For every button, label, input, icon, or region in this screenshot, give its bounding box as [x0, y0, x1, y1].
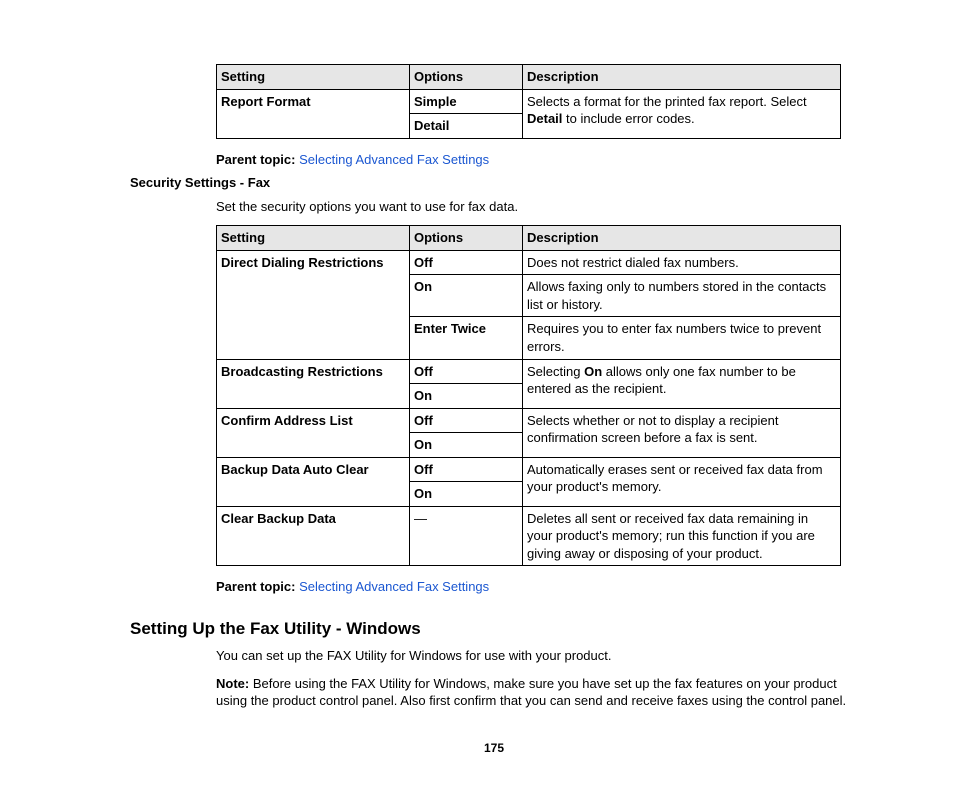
parent-topic: Parent topic: Selecting Advanced Fax Set…	[216, 578, 858, 596]
td-desc: Selects a format for the printed fax rep…	[523, 89, 841, 138]
td-opt-off: Off	[410, 359, 523, 384]
td-opt-on: On	[410, 482, 523, 507]
parent-topic-link[interactable]: Selecting Advanced Fax Settings	[299, 152, 489, 167]
td-desc: Automatically erases sent or received fa…	[523, 457, 841, 506]
th-options: Options	[410, 65, 523, 90]
parent-topic-link[interactable]: Selecting Advanced Fax Settings	[299, 579, 489, 594]
td-opt-off: Off	[410, 457, 523, 482]
td-opt-detail: Detail	[410, 114, 523, 139]
td-desc: Deletes all sent or received fax data re…	[523, 506, 841, 566]
td-setting-cb: Clear Backup Data	[217, 506, 410, 566]
td-opt-dash: —	[410, 506, 523, 566]
fax-utility-heading: Setting Up the Fax Utility - Windows	[130, 618, 858, 641]
td-opt-et: Enter Twice	[410, 317, 523, 359]
td-opt-simple: Simple	[410, 89, 523, 114]
parent-topic-label: Parent topic:	[216, 152, 295, 167]
td-desc: Does not restrict dialed fax numbers.	[523, 250, 841, 275]
td-desc: Selects whether or not to display a reci…	[523, 408, 841, 457]
report-format-table: Setting Options Description Report Forma…	[216, 64, 841, 139]
th-setting: Setting	[217, 226, 410, 251]
td-opt-on: On	[410, 275, 523, 317]
td-opt-on: On	[410, 384, 523, 409]
td-setting: Report Format	[217, 89, 410, 138]
parent-topic-label: Parent topic:	[216, 579, 295, 594]
th-description: Description	[523, 65, 841, 90]
td-setting-dd: Direct Dialing Restrictions	[217, 250, 410, 359]
td-setting-ca: Confirm Address List	[217, 408, 410, 457]
td-opt-on: On	[410, 433, 523, 458]
td-desc: Requires you to enter fax numbers twice …	[523, 317, 841, 359]
security-intro: Set the security options you want to use…	[216, 198, 858, 216]
th-options: Options	[410, 226, 523, 251]
td-desc: Allows faxing only to numbers stored in …	[523, 275, 841, 317]
td-desc: Selecting On allows only one fax number …	[523, 359, 841, 408]
td-setting-br: Broadcasting Restrictions	[217, 359, 410, 408]
td-opt-off: Off	[410, 408, 523, 433]
security-settings-table: Setting Options Description Direct Diali…	[216, 225, 841, 566]
parent-topic: Parent topic: Selecting Advanced Fax Set…	[216, 151, 858, 169]
fax-utility-intro: You can set up the FAX Utility for Windo…	[216, 647, 858, 665]
th-description: Description	[523, 226, 841, 251]
td-setting-bd: Backup Data Auto Clear	[217, 457, 410, 506]
security-heading: Security Settings - Fax	[130, 174, 858, 192]
page-number: 175	[130, 740, 858, 756]
th-setting: Setting	[217, 65, 410, 90]
td-opt-off: Off	[410, 250, 523, 275]
fax-utility-note: Note: Before using the FAX Utility for W…	[216, 675, 858, 710]
